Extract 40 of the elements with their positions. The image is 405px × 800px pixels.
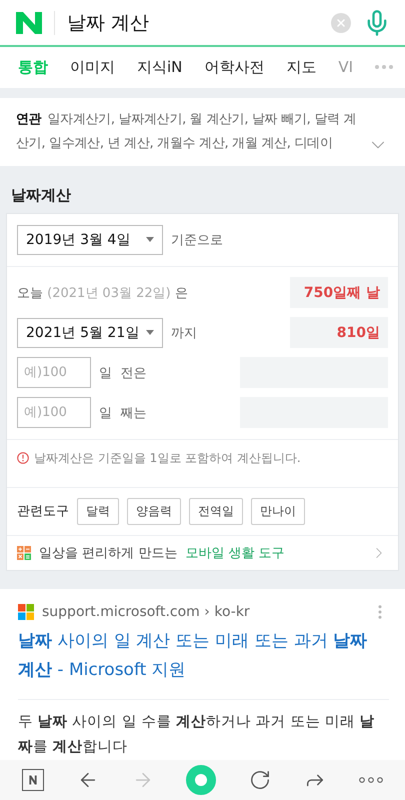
promo-text: 일상을 편리하게 만드는 [39, 544, 178, 562]
site-url: support.microsoft.com › ko-kr [42, 604, 251, 620]
tools-label: 관련도구 [17, 503, 69, 520]
caret-icon[interactable] [146, 237, 154, 242]
search-tab[interactable]: 이미지 [70, 58, 115, 77]
ring-button[interactable] [186, 764, 216, 795]
search-tab[interactable]: 지식iN [137, 58, 182, 77]
base-label: 기준으로 [171, 232, 223, 249]
search-tab[interactable]: 어학사전 [204, 58, 264, 77]
tool-chip[interactable]: 만나이 [251, 498, 305, 525]
calculator-icon [17, 546, 31, 560]
warning-icon [17, 452, 29, 464]
notice-text: 날짜계산은 기준일을 1일로 포함하여 계산됩니다. [34, 450, 301, 467]
tool-chip[interactable]: 전역일 [189, 498, 243, 525]
site-logo-icon [18, 604, 34, 620]
more-icon[interactable] [375, 65, 394, 70]
caret-icon[interactable] [146, 330, 154, 336]
target-label: 까지 [171, 324, 197, 342]
tool-chip[interactable]: 양음력 [127, 498, 181, 525]
days-input[interactable]: 예)100 [17, 397, 91, 428]
home-button[interactable] [22, 768, 44, 791]
related-searches: 연관 일자계산기, 날짜계산기, 월 계산기, 날짜 빼기, 달력 계산기, 일수계산, 년 계산, 개월수 계산, 개월 계산, 디데이 [16, 110, 358, 153]
calculator-title: 날짜계산 [11, 186, 72, 205]
more-button[interactable] [358, 776, 383, 783]
search-tab[interactable]: 지도 [286, 58, 316, 77]
days-label: 일 전은 [99, 364, 146, 382]
today-result: 750일째 날 [304, 284, 380, 302]
refresh-button[interactable] [249, 768, 272, 791]
days-label: 일 째는 [99, 404, 146, 422]
result-title-link[interactable]: 날짜 사이의 일 계산 또는 미래 또는 과거 날짜 계산 - Microsoft 지원 [18, 626, 389, 700]
result-description: 두 날짜 사이의 일 수를 계산하거나 과거 또는 미래 날짜를 계산합니다 [18, 712, 376, 757]
days-input[interactable]: 예)100 [17, 357, 91, 388]
today-label: 오늘 (2021년 03월 22일) 은 [17, 284, 188, 302]
tool-chip[interactable]: 달력 [77, 498, 119, 525]
clear-button[interactable] [331, 12, 351, 33]
n-logo-icon[interactable] [16, 12, 42, 34]
days-result: 810일 [336, 324, 380, 342]
base-date-select[interactable]: 2019년 3월 4일 [17, 224, 163, 255]
target-date-select[interactable]: 2021년 5월 21일 [17, 318, 163, 348]
close-icon[interactable] [335, 16, 347, 29]
